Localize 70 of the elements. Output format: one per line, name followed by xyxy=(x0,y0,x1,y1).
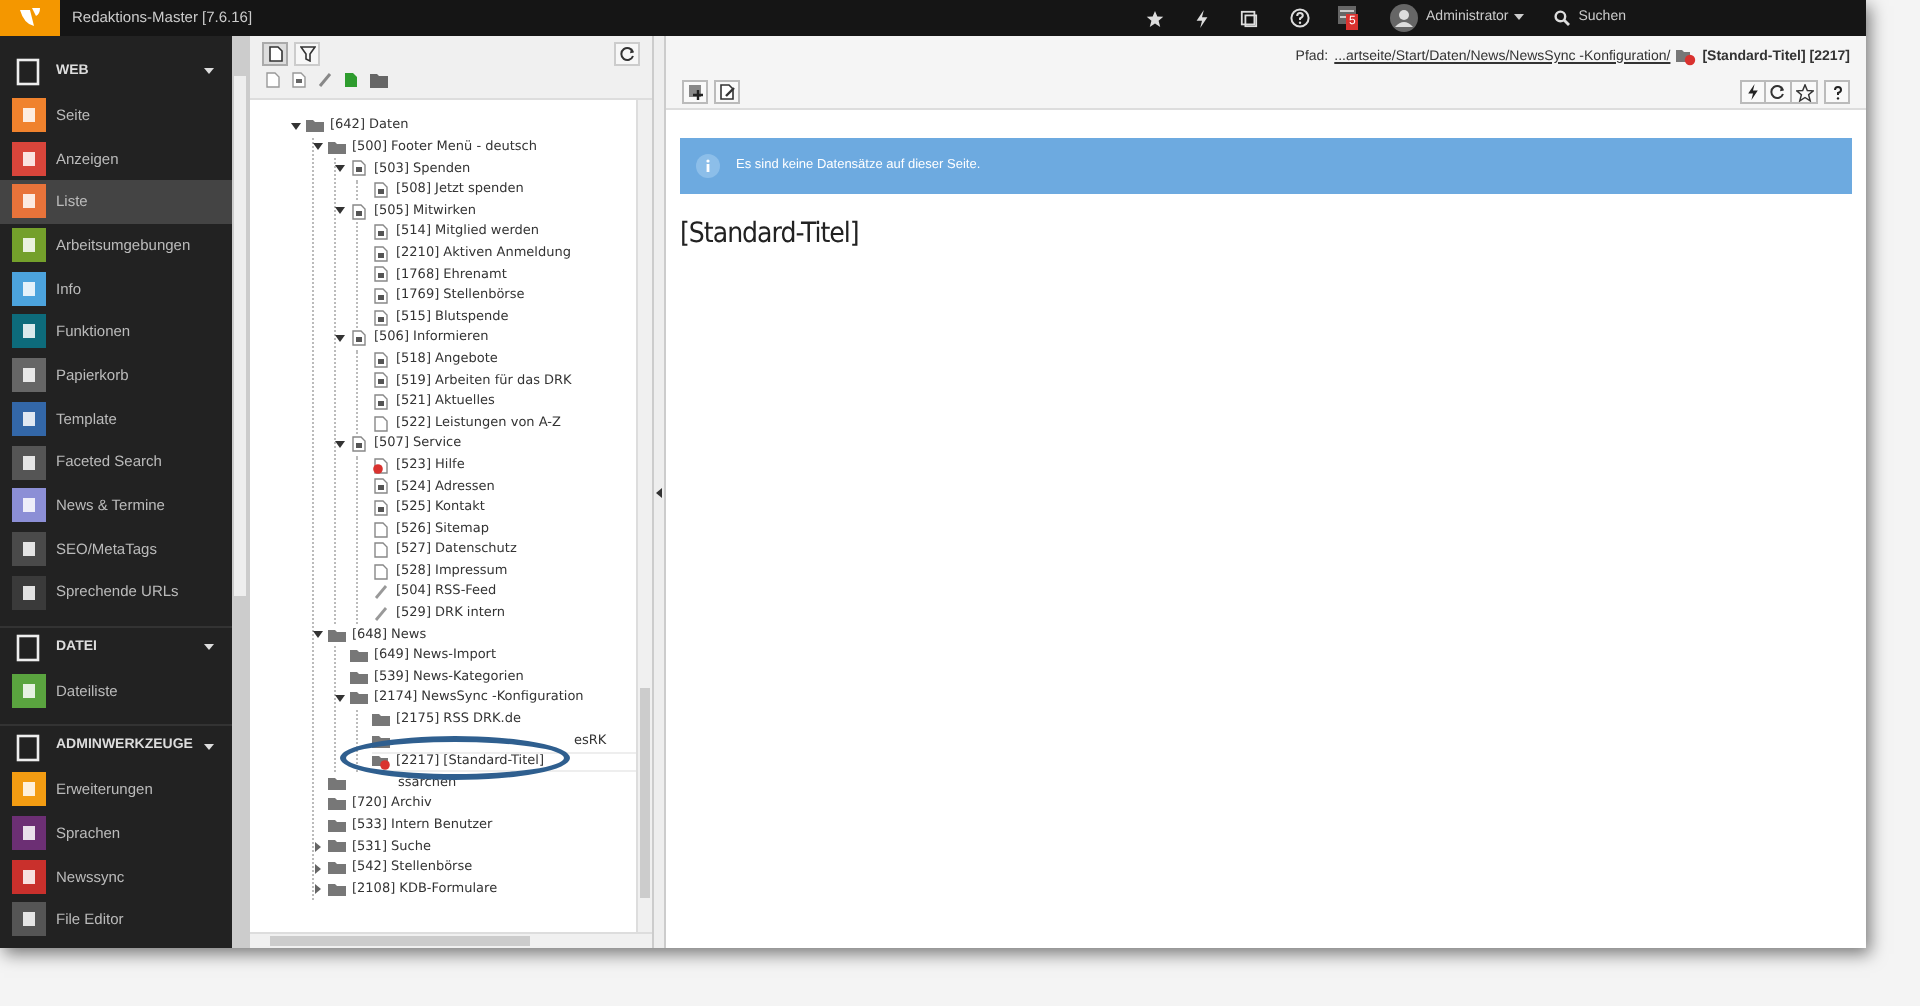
caret-icon[interactable] xyxy=(204,644,214,653)
expanded-caret-icon[interactable] xyxy=(334,163,346,174)
folder-icon[interactable] xyxy=(370,73,388,87)
avatar-icon[interactable] xyxy=(1390,4,1419,32)
page-icon xyxy=(372,266,390,283)
caret-icon[interactable] xyxy=(204,743,214,752)
star-icon[interactable] xyxy=(1146,9,1165,27)
expanded-caret-icon[interactable] xyxy=(334,206,346,217)
filter-button[interactable] xyxy=(294,42,320,66)
link-icon[interactable] xyxy=(318,72,332,88)
page-icon xyxy=(350,436,368,453)
search-icon[interactable] xyxy=(1554,10,1571,26)
restricted-folder-icon xyxy=(372,754,390,771)
collapsed-caret-icon[interactable] xyxy=(312,884,324,895)
expanded-caret-icon[interactable] xyxy=(312,142,324,153)
group-icon xyxy=(14,733,42,762)
collapse-handle[interactable] xyxy=(652,36,666,948)
collapsed-caret-icon[interactable] xyxy=(312,841,324,852)
expanded-caret-icon[interactable] xyxy=(334,693,346,704)
help-icon[interactable] xyxy=(1290,8,1311,28)
page-icon xyxy=(372,499,390,516)
windows-icon[interactable] xyxy=(1240,9,1259,27)
restricted-page-icon xyxy=(372,457,390,474)
caret-icon xyxy=(1514,14,1525,22)
page-icon xyxy=(350,203,368,220)
page-icon xyxy=(372,288,390,305)
new-page-button[interactable] xyxy=(262,42,288,66)
bolt-icon[interactable] xyxy=(1196,9,1209,27)
page-icon xyxy=(350,160,368,177)
page-icon[interactable] xyxy=(292,72,306,88)
caret-icon[interactable] xyxy=(204,67,214,76)
page-icon xyxy=(372,372,390,389)
page-icon xyxy=(350,330,368,347)
page-icon xyxy=(372,394,390,411)
refresh-button[interactable] xyxy=(1766,80,1792,104)
group-icon xyxy=(14,57,42,86)
page-icon xyxy=(372,478,390,495)
refresh-icon xyxy=(1770,84,1786,100)
bolt-icon xyxy=(1748,84,1758,100)
page-icon xyxy=(372,415,390,432)
expanded-caret-icon[interactable] xyxy=(334,333,346,344)
new-record-button[interactable] xyxy=(682,80,708,104)
edit-page-icon xyxy=(719,84,735,100)
restricted-folder-icon xyxy=(1676,50,1697,66)
page-icon xyxy=(372,245,390,262)
help-button[interactable] xyxy=(1824,80,1850,104)
refresh-icon xyxy=(619,46,635,62)
expanded-caret-icon[interactable] xyxy=(334,439,346,450)
star-icon xyxy=(1795,83,1813,101)
bookmark-button[interactable] xyxy=(1792,80,1818,104)
filter-icon xyxy=(299,46,315,62)
scrollbar[interactable] xyxy=(250,932,652,948)
page-icon[interactable] xyxy=(344,72,358,88)
bolt-button[interactable] xyxy=(1740,80,1766,104)
help-icon xyxy=(1833,85,1841,99)
page-heading: [Standard-Titel] xyxy=(680,216,861,254)
page-icon xyxy=(372,182,390,199)
scrollbar[interactable] xyxy=(232,36,248,948)
page-icon xyxy=(372,224,390,241)
add-record-icon xyxy=(687,84,703,100)
group-icon xyxy=(14,634,42,663)
page-icon xyxy=(372,309,390,326)
refresh-button[interactable] xyxy=(614,42,640,66)
collapsed-caret-icon[interactable] xyxy=(312,863,324,874)
expanded-caret-icon[interactable] xyxy=(312,630,324,641)
page-icon xyxy=(372,351,390,368)
info-icon xyxy=(696,154,720,178)
edit-page-button[interactable] xyxy=(714,80,740,104)
expanded-caret-icon[interactable] xyxy=(290,121,302,132)
scrollbar[interactable] xyxy=(636,100,652,932)
